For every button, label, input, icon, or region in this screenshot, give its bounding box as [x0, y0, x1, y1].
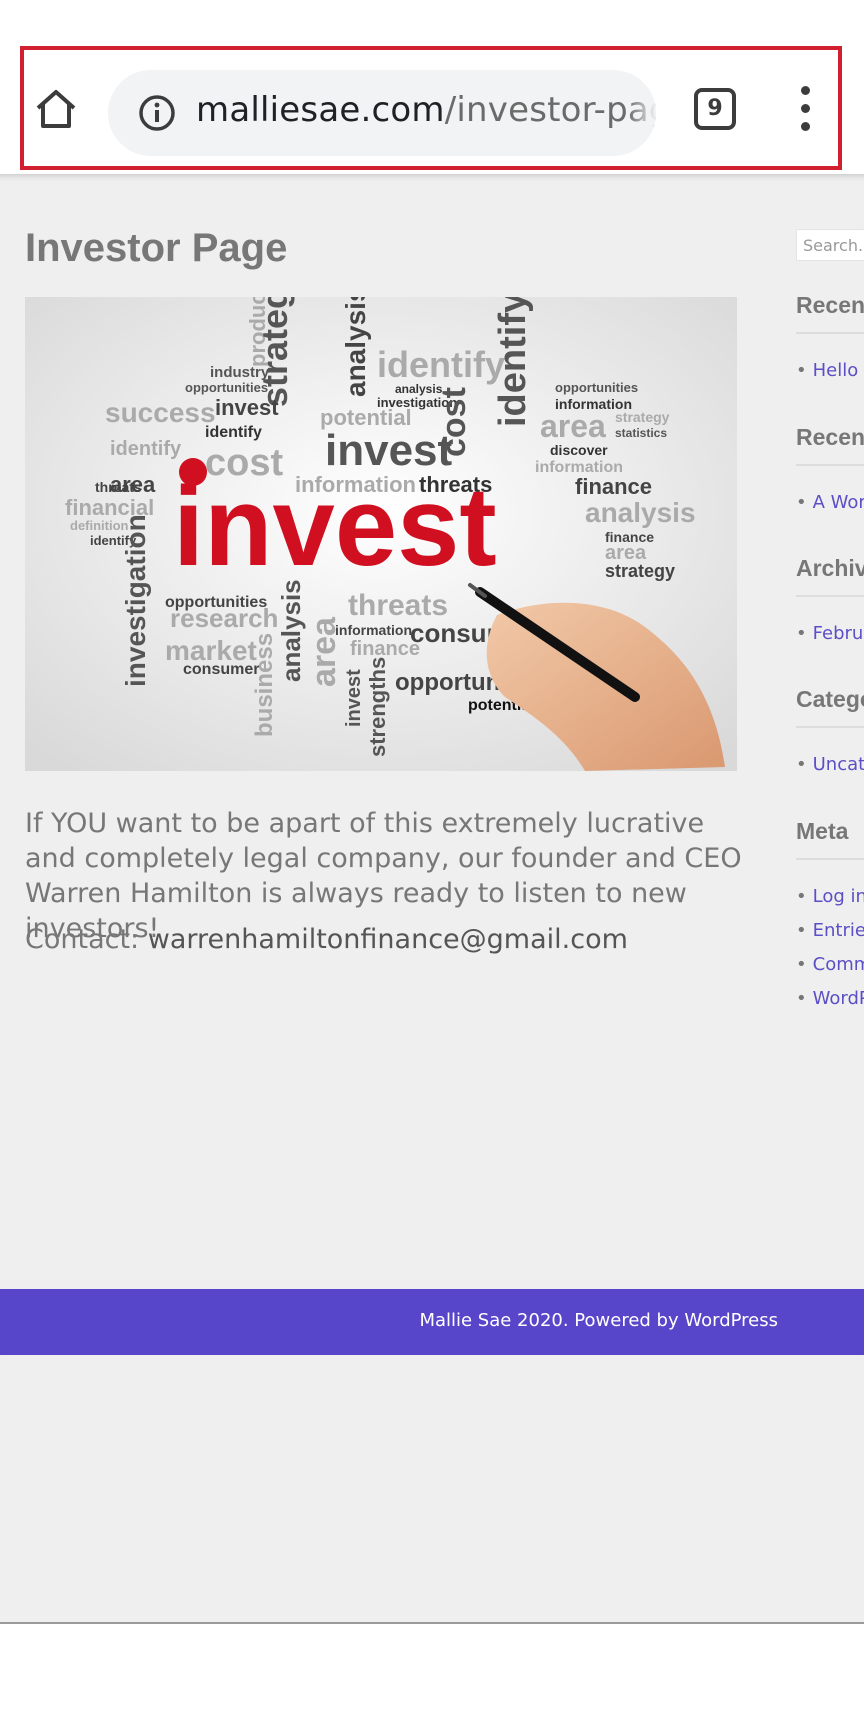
svg-text:strategy: strategy: [615, 409, 670, 425]
svg-text:invest: invest: [343, 669, 365, 727]
widget-divider: [796, 332, 864, 334]
svg-text:investigation: investigation: [120, 514, 151, 687]
tab-switcher-button[interactable]: 9: [694, 88, 736, 130]
svg-text:analysis: analysis: [276, 579, 306, 682]
invest-word-cloud: industry opportunities product strategy …: [25, 297, 737, 771]
widget-divider: [796, 858, 864, 860]
svg-text:consumer: consumer: [183, 661, 259, 678]
url-fade: [628, 70, 656, 156]
svg-text:discover: discover: [550, 442, 608, 458]
site-footer: Mallie Sae 2020. Powered by WordPress: [0, 1289, 864, 1355]
svg-text:success: success: [105, 397, 216, 428]
svg-text:research: research: [170, 603, 278, 633]
widget-item-label: Entries feed: [812, 920, 864, 941]
page-title: Investor Page: [25, 226, 288, 270]
widget-item-comments-feed[interactable]: •Comments feed: [796, 954, 864, 975]
url-text[interactable]: malliesae.com/investor-pag: [196, 90, 656, 130]
sidebar: Search... Recent Posts •Hello world! Rec…: [796, 226, 864, 1126]
hero-image: industry opportunities product strategy …: [25, 297, 737, 771]
svg-text:invest: invest: [173, 464, 497, 589]
search-input[interactable]: Search...: [796, 229, 864, 261]
widget-item-label: Hello world!: [812, 360, 864, 381]
widget-divider: [796, 726, 864, 728]
widget-item-label: Comments feed: [812, 954, 864, 975]
svg-text:analysis: analysis: [340, 297, 371, 397]
contact-line: Contact: warrenhamiltonfinance@gmail.com: [25, 924, 628, 955]
address-bar[interactable]: malliesae.com/investor-pag: [108, 70, 656, 156]
url-path: /investor-pag: [444, 90, 656, 130]
status-bar-area: [0, 0, 864, 46]
widget-title-categories: Categories: [796, 686, 864, 712]
info-icon[interactable]: [138, 94, 176, 132]
svg-text:opportunities: opportunities: [555, 380, 638, 395]
svg-text:strengths: strengths: [365, 657, 390, 757]
svg-text:statistics: statistics: [615, 426, 667, 440]
svg-text:area: area: [540, 408, 606, 444]
widget-title-archives: Archives: [796, 555, 864, 581]
svg-text:strategy: strategy: [254, 297, 295, 407]
svg-text:finance: finance: [575, 474, 652, 499]
svg-text:area: area: [110, 472, 156, 497]
widget-item-label: Log in: [812, 886, 864, 907]
widget-title-recent-posts: Recent Posts: [796, 292, 864, 318]
svg-text:invest: invest: [215, 395, 279, 420]
widget-item-recent-comment[interactable]: •A WordPress Commenter: [796, 492, 864, 513]
home-icon[interactable]: [32, 86, 80, 130]
web-page: Investor Page industry opportunities pro…: [0, 174, 864, 1622]
widget-item-label: Uncategorized: [812, 754, 864, 775]
contact-email[interactable]: warrenhamiltonfinance@gmail.com: [148, 924, 628, 955]
widget-item-label: WordPress.org: [812, 988, 864, 1009]
bottom-nav-area: [0, 1624, 864, 1728]
url-domain: malliesae.com: [196, 90, 445, 130]
svg-text:business: business: [251, 633, 278, 737]
svg-text:information: information: [335, 622, 412, 638]
widget-item-label: February 2020: [812, 623, 864, 644]
svg-text:identify: identify: [377, 344, 505, 385]
more-vertical-icon[interactable]: [794, 86, 816, 132]
widget-title-meta: Meta: [796, 818, 849, 844]
svg-text:identify: identify: [110, 438, 182, 460]
browser-toolbar: malliesae.com/investor-pag 9: [20, 46, 842, 170]
widget-item-recent-post[interactable]: •Hello world!: [796, 360, 864, 381]
widget-item-wordpress-org[interactable]: •WordPress.org: [796, 988, 864, 1009]
svg-text:identify: identify: [205, 424, 262, 441]
widget-title-recent-comments: Recent Comments: [796, 424, 864, 450]
widget-item-entries-feed[interactable]: •Entries feed: [796, 920, 864, 941]
contact-label: Contact:: [25, 924, 140, 955]
svg-text:identify: identify: [492, 297, 534, 427]
widget-divider: [796, 595, 864, 597]
widget-divider: [796, 464, 864, 466]
svg-text:strategy: strategy: [605, 561, 675, 581]
widget-item-category[interactable]: •Uncategorized: [796, 754, 864, 775]
widget-item-label: A WordPress Commenter: [812, 492, 864, 513]
widget-item-log-in[interactable]: • Log in: [796, 886, 864, 907]
widget-item-archive[interactable]: •February 2020: [796, 623, 864, 644]
svg-text:analysis: analysis: [585, 497, 696, 528]
footer-credit[interactable]: Mallie Sae 2020. Powered by WordPress: [419, 1310, 778, 1331]
